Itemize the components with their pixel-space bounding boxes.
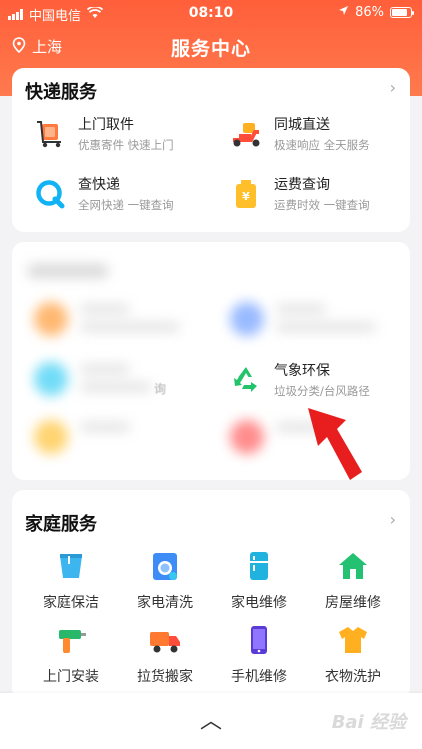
svg-text:¥: ¥ — [242, 190, 250, 203]
home-item-cleaning[interactable]: 家庭保洁 — [26, 548, 116, 612]
nav-bar: 上海 服务中心 — [0, 30, 422, 64]
service-desc: 极速响应 全天服务 — [274, 138, 370, 152]
recycle-icon — [228, 362, 264, 398]
home-item-label: 家电维修 — [231, 595, 287, 611]
battery-icon — [390, 7, 414, 18]
cart-icon — [32, 116, 68, 152]
fridge-icon — [241, 548, 277, 584]
partial-text: 询 — [154, 382, 167, 396]
home-item-appliance-repair[interactable]: 家电维修 — [214, 548, 304, 612]
service-name: 运费查询 — [274, 177, 330, 193]
service-desc: 运费时效 一键查询 — [274, 198, 370, 212]
express-title: 快递服务 — [25, 82, 97, 103]
service-item: 气象环保 垃圾分类/台风路径 — [228, 360, 370, 399]
home-item-laundry[interactable]: 衣物洗护 — [308, 622, 398, 686]
service-name: 同城直送 — [274, 117, 330, 133]
home-item-appliance-cleaning[interactable]: 家电清洗 — [120, 548, 210, 612]
home-more-chevron-icon[interactable]: › — [390, 510, 396, 529]
red-arrow-annotation — [308, 408, 362, 480]
home-item-label: 衣物洗护 — [325, 669, 381, 685]
home-item-label: 家电清洗 — [137, 595, 193, 611]
service-desc: 全网快递 一键查询 — [78, 198, 174, 212]
service-name: 查快递 — [78, 177, 120, 193]
shirt-icon — [335, 622, 371, 658]
washing-machine-icon — [147, 548, 183, 584]
home-title: 家庭服务 — [25, 514, 97, 535]
watermark: Bai 经验 — [331, 712, 406, 733]
express-more-chevron-icon[interactable]: › — [390, 78, 396, 97]
home-item-installation[interactable]: 上门安装 — [26, 622, 116, 686]
phone-icon — [241, 622, 277, 658]
home-item-phone-repair[interactable]: 手机维修 — [214, 622, 304, 686]
home-services-card: 家庭服务 › 家庭保洁 家电清洗 家电维修 房屋维修 上门安装 拉货搬家 手机维… — [12, 490, 410, 700]
house-icon — [335, 548, 371, 584]
service-name: 气象环保 — [274, 363, 330, 379]
service-track[interactable]: 查快递 全网快递 一键查询 — [32, 174, 174, 213]
express-card: 快递服务 › 上门取件 优惠寄件 快速上门 同城直送 极速响应 全天服务 查快递… — [12, 68, 410, 232]
service-name: 上门取件 — [78, 117, 134, 133]
service-freight[interactable]: ¥ 运费查询 运费时效 一键查询 — [228, 174, 370, 213]
home-item-moving[interactable]: 拉货搬家 — [120, 622, 210, 686]
scooter-icon — [228, 116, 264, 152]
home-item-label: 房屋维修 — [325, 595, 381, 611]
page-title: 服务中心 — [170, 38, 251, 60]
freight-bag-icon: ¥ — [228, 176, 264, 212]
home-item-label: 拉货搬家 — [137, 669, 193, 685]
truck-icon — [147, 622, 183, 658]
service-pickup[interactable]: 上门取件 优惠寄件 快速上门 — [32, 114, 174, 153]
drill-icon — [53, 622, 89, 658]
battery-percent: 86% — [355, 5, 384, 20]
home-item-label: 家庭保洁 — [43, 595, 99, 611]
service-desc: 垃圾分类/台风路径 — [274, 384, 370, 398]
location-arrow-icon — [338, 5, 349, 20]
home-item-house-repair[interactable]: 房屋维修 — [308, 548, 398, 612]
bucket-icon — [53, 548, 89, 584]
service-same-city[interactable]: 同城直送 极速响应 全天服务 — [228, 114, 370, 153]
home-item-label: 上门安装 — [43, 669, 99, 685]
service-desc: 优惠寄件 快速上门 — [78, 138, 174, 152]
status-bar: 中国电信 08:10 86% — [0, 0, 422, 26]
search-icon — [32, 176, 68, 212]
home-item-label: 手机维修 — [231, 669, 287, 685]
